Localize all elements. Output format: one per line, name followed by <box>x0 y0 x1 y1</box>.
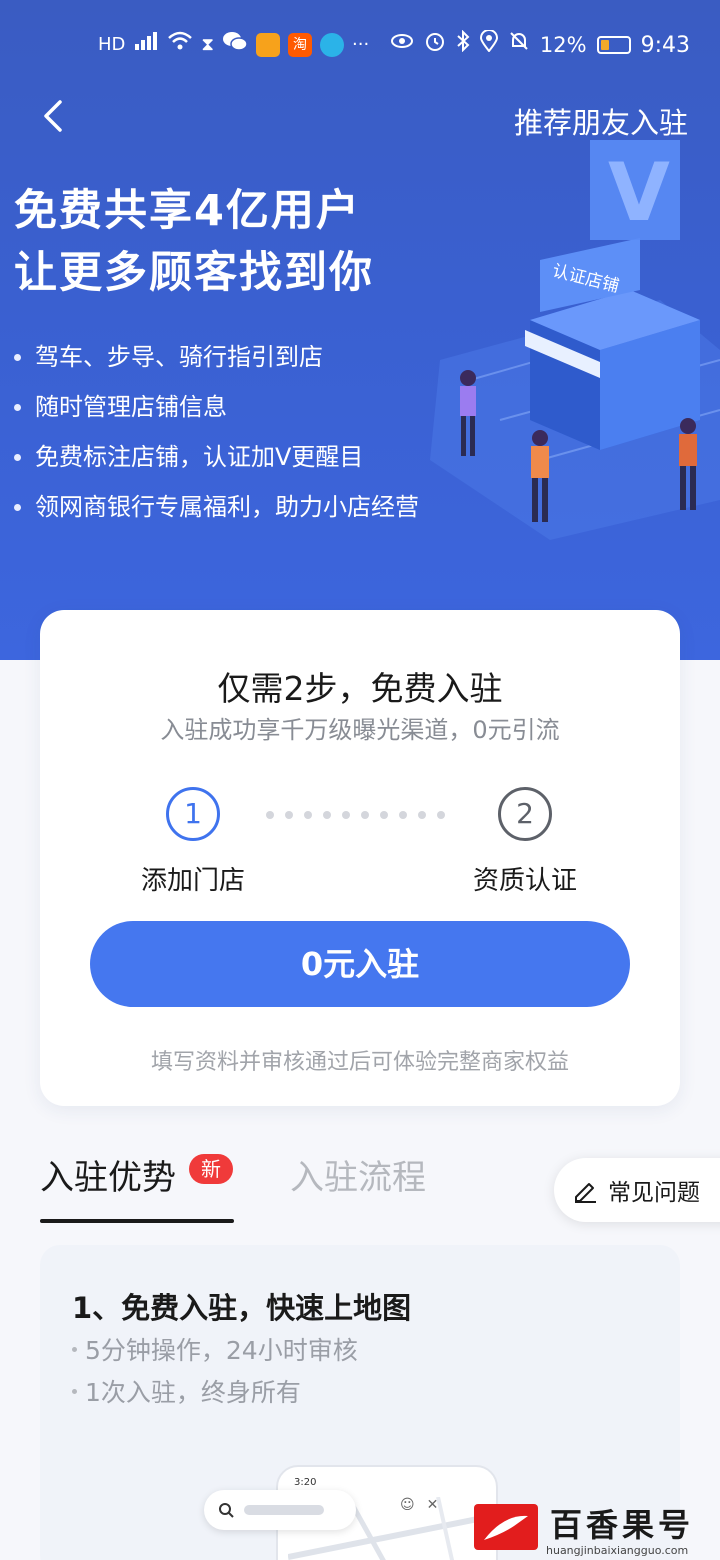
advantage-title: 1、免费入驻，快速上地图 <box>72 1291 412 1325</box>
status-bar: HD ⧗ 淘 ··· 12% 9:43 <box>0 0 720 88</box>
faq-label: 常见问题 <box>608 1180 700 1206</box>
store-illustration: 认证店铺 V <box>430 140 720 540</box>
map-search-pill <box>204 1490 356 1530</box>
step1-label: 添加门店 <box>140 866 245 896</box>
active-tab-indicator <box>40 1219 234 1223</box>
hd-icon: HD <box>98 34 126 55</box>
signal-icon <box>133 30 159 60</box>
hero-title-line1: 免费共享4亿用户 <box>14 186 361 236</box>
status-bar-right: 12% 9:43 <box>390 29 690 60</box>
clock: 9:43 <box>640 32 690 58</box>
taobao-app-icon: 淘 <box>288 33 313 57</box>
hero-bullet: 领网商银行专属福利，助力小店经营 <box>14 482 419 532</box>
close-icon: ✕ <box>426 1497 439 1513</box>
eye-icon <box>390 31 414 59</box>
phone-mock-time: 3:20 <box>294 1477 317 1488</box>
card-note: 填写资料并审核通过后可体验完整商家权益 <box>150 1050 569 1075</box>
card-subtitle: 入驻成功享千万级曝光渠道，0元引流 <box>160 716 560 744</box>
tab-process[interactable]: 入驻流程 <box>290 1150 426 1199</box>
more-icon: ··· <box>352 34 370 55</box>
hourglass-icon: ⧗ <box>201 34 215 55</box>
hero-bullet: 免费标注店铺，认证加V更醒目 <box>14 432 419 482</box>
illustration-v-badge: V <box>608 146 670 239</box>
hero-bullets: 驾车、步导、骑行指引到店 随时管理店铺信息 免费标注店铺，认证加V更醒目 领网商… <box>14 332 419 532</box>
watermark-url: huangjinbaixiangguo.com <box>546 1544 689 1557</box>
wechat-icon <box>222 30 248 60</box>
robot-icon: ☺ <box>400 1497 415 1513</box>
bluetooth-icon <box>456 29 470 60</box>
step1-number: 1 <box>166 787 220 841</box>
wifi-icon <box>167 30 193 60</box>
faq-button[interactable]: 常见问题 <box>554 1158 720 1222</box>
free-join-button[interactable]: 0元入驻 <box>90 921 630 1007</box>
location-icon <box>479 29 498 60</box>
hero-title-line2: 让更多顾客找到你 <box>14 248 374 298</box>
hero-banner: HD ⧗ 淘 ··· 12% 9:43 推荐朋友入驻 免费共享4亿用户 让更多顾… <box>0 0 720 660</box>
mute-icon <box>508 30 530 60</box>
status-bar-left: HD ⧗ 淘 ··· <box>98 30 369 60</box>
edit-pen-icon <box>575 1183 596 1203</box>
step2-label: 资质认证 <box>472 866 577 896</box>
watermark: 百香果号 huangjinbaixiangguo.com <box>470 1500 720 1560</box>
hero-title: 免费共享4亿用户 让更多顾客找到你 <box>14 180 374 304</box>
watermark-name: 百香果号 <box>550 1506 695 1544</box>
back-arrow-icon <box>44 100 62 132</box>
tab-advantages[interactable]: 入驻优势 <box>40 1150 176 1199</box>
step2-number: 2 <box>498 787 552 841</box>
alarm-icon <box>424 30 446 60</box>
new-badge: 新 <box>189 1154 233 1184</box>
browser-app-icon <box>320 33 345 57</box>
advantage-item: 1次入驻，终身所有 <box>72 1373 301 1409</box>
search-placeholder <box>244 1505 324 1515</box>
step-connector <box>266 811 445 819</box>
mock-icons: ☺ ✕ <box>400 1497 438 1513</box>
onboarding-card: 仅需2步，免费入驻 入驻成功享千万级曝光渠道，0元引流 1 2 添加门店 资质认… <box>40 610 680 1106</box>
watermark-logo-icon <box>474 1504 538 1550</box>
battery-icon <box>596 36 631 54</box>
advantage-item: 5分钟操作，24小时审核 <box>72 1331 358 1367</box>
card-title: 仅需2步，免费入驻 <box>217 669 503 708</box>
battery-percent: 12% <box>539 33 587 57</box>
hero-bullet: 随时管理店铺信息 <box>14 382 419 432</box>
video-app-icon <box>256 33 281 57</box>
back-button[interactable] <box>34 96 74 136</box>
search-icon <box>219 1503 234 1518</box>
hero-bullet: 驾车、步导、骑行指引到店 <box>14 332 419 382</box>
